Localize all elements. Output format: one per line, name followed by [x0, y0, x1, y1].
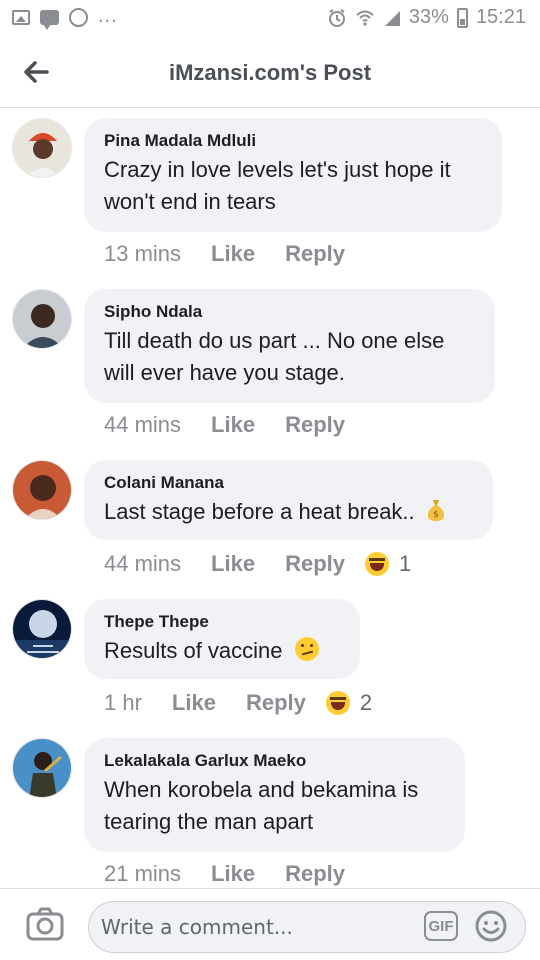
comment-text-line: Till death do us part ... No one else	[104, 328, 445, 353]
like-button[interactable]: Like	[211, 551, 255, 577]
comment-text: Crazy in love levels let's just hope it …	[104, 154, 482, 218]
status-bar: ... 33% 15:21	[0, 0, 540, 38]
comment-meta: 44 mins Like Reply	[104, 410, 345, 440]
laughing-emoji-icon	[365, 552, 389, 576]
gallery-notification-icon	[12, 10, 30, 25]
whatsapp-notification-icon	[69, 8, 88, 27]
comment-meta: 44 mins Like Reply 1	[104, 549, 411, 579]
reply-button[interactable]: Reply	[246, 690, 306, 716]
camera-button[interactable]	[26, 907, 64, 943]
comment-time: 44 mins	[104, 551, 182, 576]
comment-text-line: Last stage before a heat break..	[104, 499, 415, 524]
comment-time: 13 mins	[104, 241, 182, 266]
alarm-icon	[328, 8, 345, 27]
commenter-name[interactable]: Sipho Ndala	[104, 301, 475, 323]
commenter-name[interactable]: Colani Manana	[104, 472, 473, 494]
comment-text: When korobela and bekamina is tearing th…	[104, 774, 445, 838]
avatar[interactable]	[12, 599, 72, 659]
comment-text: Till death do us part ... No one else wi…	[104, 325, 475, 389]
like-button[interactable]: Like	[172, 690, 216, 716]
battery-percent: 33%	[408, 6, 449, 28]
comment-meta: 13 mins Like Reply	[104, 239, 345, 269]
page-title: iMzansi.com's Post	[168, 60, 372, 85]
app-header: iMzansi.com's Post	[0, 38, 540, 108]
comment-bubble[interactable]: Thepe Thepe Results of vaccine	[84, 599, 360, 679]
svg-text:$: $	[433, 510, 439, 520]
reaction-count: 2	[359, 690, 373, 715]
comment-meta: 1 hr Like Reply 2	[104, 688, 372, 718]
comment-text-line: Crazy in love levels let's just hope it	[104, 157, 451, 182]
comment-bubble[interactable]: Lekalakala Garlux Maeko When korobela an…	[84, 738, 465, 852]
comment-text-line: When korobela and bekamina is	[104, 777, 419, 802]
comment-time: 1 hr	[104, 690, 142, 715]
notification-icons: ...	[12, 4, 118, 30]
avatar[interactable]	[12, 118, 72, 178]
comment-text-line: won't end in tears	[104, 189, 276, 214]
system-icons: 33% 15:21	[327, 6, 526, 29]
comment-bubble[interactable]: Sipho Ndala Till death do us part ... No…	[84, 289, 495, 403]
comment-input[interactable]	[88, 901, 526, 953]
laughing-emoji-icon	[325, 691, 350, 715]
reaction-count: 1	[399, 551, 412, 576]
signal-icon	[384, 10, 400, 26]
avatar[interactable]	[12, 289, 72, 349]
more-notifications-indicator: ...	[98, 4, 118, 27]
user-avatar-icon	[13, 600, 71, 658]
comment-text-line: tearing the man apart	[104, 809, 314, 834]
comment-text-line: Results of vaccine	[104, 638, 283, 663]
comment-bubble[interactable]: Pina Madala Mdluli Crazy in love levels …	[84, 118, 502, 232]
comment-list[interactable]: Pina Madala Mdluli Crazy in love levels …	[0, 108, 540, 888]
comment-text-line: will ever have you stage.	[104, 360, 345, 385]
reply-button[interactable]: Reply	[285, 551, 345, 577]
wifi-icon	[356, 10, 374, 26]
clock: 15:21	[475, 6, 526, 28]
commenter-name[interactable]: Pina Madala Mdluli	[104, 130, 482, 152]
comment-text: Results of vaccine	[104, 635, 340, 667]
avatar[interactable]	[12, 460, 72, 520]
comment-bubble[interactable]: Colani Manana Last stage before a heat b…	[84, 460, 493, 540]
like-button[interactable]: Like	[211, 241, 255, 267]
comment-composer: GIF	[0, 888, 540, 960]
confused-emoji-icon	[294, 637, 319, 661]
like-button[interactable]: Like	[211, 412, 255, 438]
reaction-summary[interactable]: 2	[325, 690, 373, 716]
reply-button[interactable]: Reply	[285, 241, 345, 267]
user-avatar-icon	[13, 290, 71, 348]
comment-time: 44 mins	[104, 412, 182, 437]
money-bag-icon: $	[427, 500, 444, 521]
like-button[interactable]: Like	[211, 861, 255, 887]
commenter-name[interactable]: Lekalakala Garlux Maeko	[104, 750, 445, 772]
reaction-summary[interactable]: 1	[365, 551, 411, 577]
reply-button[interactable]: Reply	[285, 861, 345, 887]
comment-text: Last stage before a heat break.. $	[104, 496, 473, 528]
comment-meta: 21 mins Like Reply	[104, 859, 345, 888]
emoji-button[interactable]	[474, 909, 508, 943]
commenter-name[interactable]: Thepe Thepe	[104, 611, 340, 633]
comment-time: 21 mins	[104, 861, 182, 886]
avatar[interactable]	[12, 738, 72, 798]
smiley-icon	[475, 910, 507, 942]
user-avatar-icon	[13, 739, 71, 797]
user-avatar-icon	[13, 119, 71, 177]
camera-icon	[26, 907, 64, 941]
user-avatar-icon	[13, 461, 71, 519]
message-notification-icon	[40, 10, 59, 30]
battery-icon	[456, 7, 468, 28]
gif-button[interactable]: GIF	[424, 911, 458, 941]
reply-button[interactable]: Reply	[285, 412, 345, 438]
